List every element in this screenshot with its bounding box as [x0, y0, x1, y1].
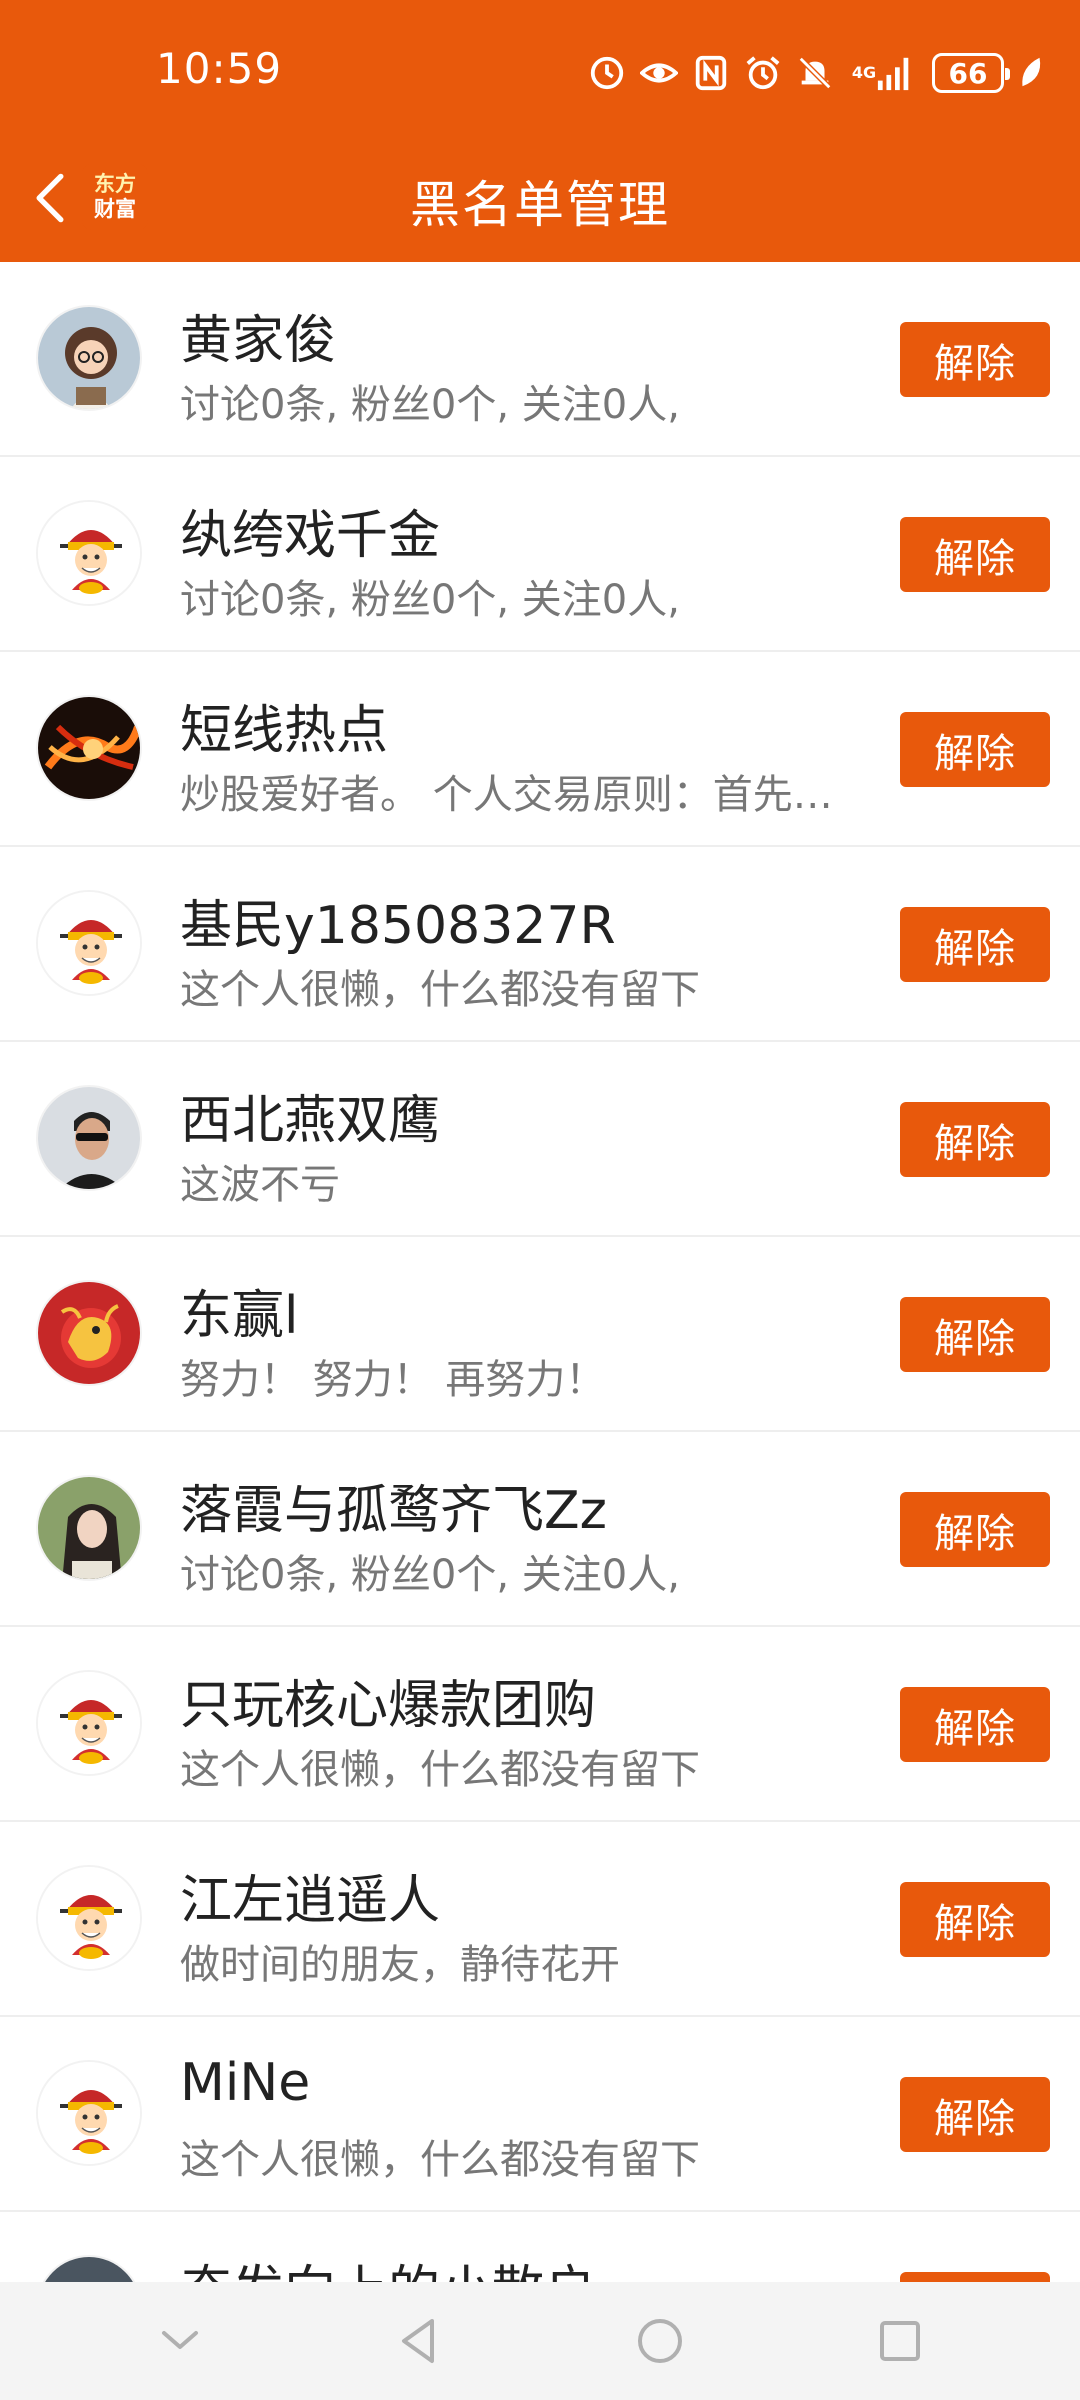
avatar[interactable] [36, 500, 142, 606]
back-button[interactable] [18, 162, 82, 234]
avatar[interactable] [36, 1280, 142, 1386]
avatar[interactable] [36, 695, 142, 801]
user-name[interactable]: 江左逍遥人 [180, 1858, 440, 1933]
chevron-left-icon [36, 173, 64, 223]
user-name[interactable]: 纨绔戏千金 [180, 493, 440, 568]
user-name[interactable]: 西北燕双鹰 [180, 1078, 440, 1153]
blacklist: 黄家俊 讨论0条, 粉丝0个, 关注0人, 解除 纨绔戏千金 讨论0条, 粉丝0个, 关… [0, 262, 1080, 2282]
remove-button[interactable]: 解除 [900, 1102, 1050, 1177]
status-icons: 4G 66 [588, 48, 1044, 98]
remove-button[interactable]: 解除 [900, 712, 1050, 787]
app-header: 10:59 4G 66 东方 财富 黑名单管理 [0, 0, 1080, 262]
user-name[interactable]: 落霞与孤鹜齐飞Zz [180, 1468, 607, 1543]
list-item[interactable]: 基民y18508327R 这个人很懒，什么都没有留下 解除 [0, 847, 1080, 1042]
list-item[interactable]: 短线热点炒股爱好者。 个人交易原则：首先要... 解除 [0, 652, 1080, 847]
remove-button[interactable]: 解除 [900, 1882, 1050, 1957]
leaf-icon [1018, 54, 1044, 92]
status-bar: 10:59 4G 66 [0, 0, 1080, 140]
system-navigation-bar [0, 2282, 1080, 2400]
remove-button[interactable]: 解除 [900, 322, 1050, 397]
remove-button[interactable]: 解除 [900, 1297, 1050, 1372]
avatar[interactable] [36, 305, 142, 411]
user-name[interactable]: 只玩核心爆款团购 [180, 1663, 596, 1738]
list-item[interactable]: 纨绔戏千金讨论0条, 粉丝0个, 关注0人, 解除 [0, 457, 1080, 652]
battery-icon: 66 [932, 53, 1010, 93]
list-item[interactable]: MiNe 这个人很懒，什么都没有留下 解除 [0, 2017, 1080, 2212]
avatar[interactable] [36, 1085, 142, 1191]
list-item[interactable]: 东赢l 努力！ 努力！ 再努力！ 解除 [0, 1237, 1080, 1432]
user-description: 这个人很懒，什么都没有留下 [180, 967, 700, 1013]
user-description: 讨论0条, 粉丝0个, 关注0人, [180, 1552, 680, 1598]
list-item[interactable]: 落霞与孤鹜齐飞Zz 讨论0条, 粉丝0个, 关注0人, 解除 [0, 1432, 1080, 1627]
eye-icon [640, 54, 678, 92]
status-time: 10:59 [156, 44, 283, 93]
user-description: 做时间的朋友，静待花开 [180, 1942, 620, 1988]
user-description: 这个人很懒，什么都没有留下 [180, 2137, 700, 2183]
user-name[interactable]: 奋发向上的小散户 [180, 2248, 596, 2282]
list-item[interactable]: 黄家俊讨论0条, 粉丝0个, 关注0人, 解除 [0, 262, 1080, 457]
avatar[interactable] [36, 890, 142, 996]
user-description: 讨论0条, 粉丝0个, 关注0人, [180, 577, 680, 623]
avatar[interactable] [36, 1670, 142, 1776]
user-name[interactable]: 东赢l [180, 1273, 298, 1348]
nfc-icon [692, 54, 730, 92]
home-circle-icon[interactable] [620, 2301, 700, 2381]
remove-button[interactable]: 解除 [900, 1492, 1050, 1567]
back-triangle-icon[interactable] [380, 2301, 460, 2381]
user-name[interactable]: 基民y18508327R [180, 883, 616, 958]
remove-button[interactable]: 解除 [900, 1687, 1050, 1762]
list-item[interactable]: 江左逍遥人做时间的朋友，静待花开 解除 [0, 1822, 1080, 2017]
user-name[interactable]: 短线热点 [180, 688, 388, 763]
user-name[interactable]: 黄家俊 [180, 298, 336, 373]
remove-button[interactable]: 解除 [900, 907, 1050, 982]
user-name[interactable]: MiNe [180, 2053, 310, 2113]
collapse-chevron-icon[interactable] [140, 2301, 220, 2381]
recents-square-icon[interactable] [860, 2301, 940, 2381]
nav-bar: 东方 财富 黑名单管理 [0, 140, 1080, 262]
avatar[interactable] [36, 2255, 142, 2282]
app-logo: 东方 财富 [82, 164, 148, 230]
avatar[interactable] [36, 1475, 142, 1581]
list-item[interactable]: 西北燕双鹰这波不亏 解除 [0, 1042, 1080, 1237]
avatar[interactable] [36, 2060, 142, 2166]
user-description: 炒股爱好者。 个人交易原则：首先要... [180, 772, 870, 818]
user-description: 这波不亏 [180, 1162, 340, 1208]
alarm-icon [744, 54, 782, 92]
remove-button[interactable]: 解除 [900, 2077, 1050, 2152]
avatar[interactable] [36, 1865, 142, 1971]
list-item[interactable]: 只玩核心爆款团购这个人很懒，什么都没有留下 解除 [0, 1627, 1080, 1822]
remove-button[interactable]: 解除 [900, 517, 1050, 592]
list-item[interactable]: 奋发向上的小散户解除 [0, 2212, 1080, 2282]
user-description: 这个人很懒，什么都没有留下 [180, 1747, 700, 1793]
user-description: 努力！ 努力！ 再努力！ [180, 1357, 606, 1403]
mute-icon [796, 54, 834, 92]
signal-icon: 4G [848, 54, 918, 92]
user-description: 讨论0条, 粉丝0个, 关注0人, [180, 382, 680, 428]
remove-button[interactable]: 解除 [900, 2272, 1050, 2282]
clock-badge-icon [588, 54, 626, 92]
page-title: 黑名单管理 [410, 176, 670, 234]
